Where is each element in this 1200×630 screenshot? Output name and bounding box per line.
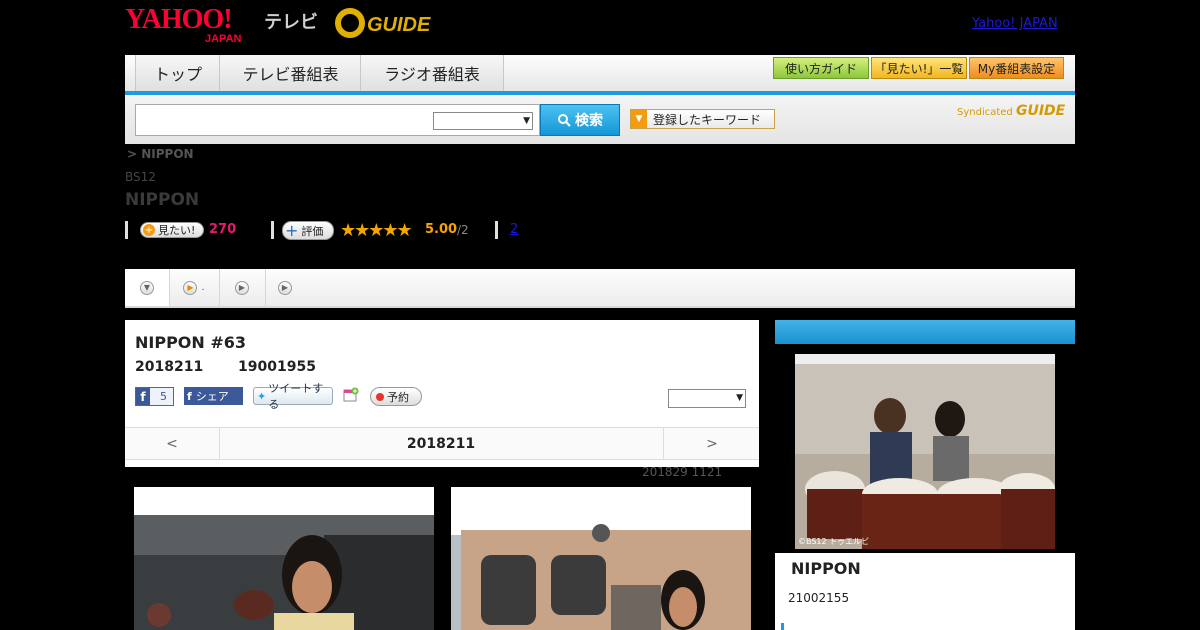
mitai-button[interactable]: + 見たい! — [140, 222, 204, 238]
episode-select[interactable]: ▼ — [668, 389, 746, 408]
next-date-button[interactable]: > — [663, 428, 760, 459]
chevron-down-icon: ▼ — [736, 393, 743, 403]
facebook-count-value: 5 — [160, 390, 167, 403]
syndicated-label: Syndicated — [957, 107, 1013, 118]
episode-photo-1 — [134, 515, 434, 630]
photo-credit: ©BS12 トゥエルビ — [798, 537, 870, 546]
gguide-logo-text: GUIDE — [367, 14, 431, 36]
search-button-label: 検索 — [575, 113, 603, 129]
guide-button[interactable]: 使い方ガイド — [773, 57, 869, 79]
breadcrumb[interactable]: > NIPPON — [127, 147, 194, 161]
rate-button[interactable]: + 評価 — [282, 221, 334, 240]
divider — [781, 623, 784, 630]
search-category-select[interactable]: ▼ — [433, 112, 533, 130]
plus-icon: + — [143, 224, 155, 236]
episode-photo-2 — [451, 515, 751, 630]
tab-episode-play[interactable]: ▶ . — [169, 269, 220, 306]
sidebar-photo[interactable]: ©BS12 トゥエルビ — [795, 354, 1055, 549]
prev-date-button[interactable]: < — [125, 428, 220, 459]
syndicated-gguide-text: GUIDE — [1015, 103, 1066, 119]
chevron-down-icon: ▼ — [523, 116, 530, 126]
search-button[interactable]: 検索 — [540, 104, 620, 136]
search-icon — [558, 114, 571, 127]
rating-count: /2 — [457, 223, 469, 237]
twitter-bird-icon: ✦ — [257, 389, 267, 403]
updated-timestamp: 201829 1121 — [642, 465, 723, 479]
plus-icon: + — [285, 221, 299, 240]
facebook-share-button[interactable]: f シェア — [184, 387, 243, 405]
yahoo-japan-link[interactable]: Yahoo! JAPAN — [972, 16, 1058, 31]
rating-value: 5.00 — [425, 222, 458, 237]
episode-tab-strip: ▼ ▶ . ▶ ▶ — [125, 269, 1075, 308]
sidebar-info: NIPPON 21002155 — [775, 553, 1075, 630]
mitai-list-button[interactable]: 「見たい!」一覧 — [871, 57, 967, 79]
tweet-label: ツイートする — [268, 382, 324, 411]
photo-card-1[interactable] — [134, 487, 434, 630]
station-name: BS12 — [125, 170, 156, 184]
registered-keywords-button[interactable]: ▼ 登録したキーワード — [630, 109, 775, 129]
tab-episode-next[interactable]: ▶ — [219, 269, 266, 306]
sidebar-photo-frame: ©BS12 トゥエルビ — [775, 344, 1075, 553]
rating-stars: ★★★★★ — [340, 220, 413, 241]
facebook-icon: f — [136, 388, 150, 405]
photo-card-2[interactable] — [451, 487, 751, 630]
mitai-label: 見たい! — [158, 224, 196, 237]
tab-episode-info[interactable]: ▼ — [125, 269, 170, 306]
arrow-down-icon: ▼ — [631, 110, 647, 128]
divider — [495, 221, 498, 239]
play-circle-icon: ▶ — [183, 280, 198, 295]
gguide-g-icon — [335, 8, 365, 38]
chevron-down-circle-icon: ▼ — [140, 280, 154, 295]
reserve-label: 予約 — [387, 390, 409, 404]
divider — [125, 221, 128, 239]
tweet-button[interactable]: ✦ ツイートする — [253, 382, 333, 411]
record-icon — [376, 392, 384, 401]
play-circle-icon: ▶ — [278, 280, 292, 295]
sidebar-program-time: 21002155 — [788, 591, 850, 605]
episode-date: 2018211 — [135, 359, 204, 375]
tab-top[interactable]: トップ — [135, 55, 221, 91]
episode-panel: NIPPON #63 2018211 19001955 f 5 f シェア ✦ … — [125, 320, 759, 467]
main-nav: トップ テレビ番組表 ラジオ番組表 使い方ガイド 「見たい!」一覧 My番組表設… — [125, 55, 1075, 95]
my-schedule-button[interactable]: My番組表設定 — [969, 57, 1064, 79]
facebook-count[interactable]: f 5 — [135, 387, 174, 406]
episode-title: NIPPON #63 — [135, 333, 247, 352]
program-title: NIPPON — [125, 190, 200, 210]
tv-label: テレビ — [264, 12, 318, 33]
registered-keywords-label: 登録したキーワード — [653, 112, 762, 127]
facebook-icon: f — [187, 389, 192, 403]
tab-separator: . — [201, 282, 205, 293]
mitai-count: 270 — [209, 222, 237, 237]
review-link[interactable]: 2 — [510, 222, 518, 237]
yahoo-logo-text: YAHOO! — [125, 4, 233, 35]
sidebar-program-title[interactable]: NIPPON — [791, 559, 861, 578]
rate-label: 評価 — [301, 224, 324, 238]
tab-tv-schedule[interactable]: テレビ番組表 — [219, 55, 362, 91]
play-circle-icon: ▶ — [235, 280, 249, 295]
tab-radio-schedule[interactable]: ラジオ番組表 — [360, 55, 504, 91]
facebook-share-label: シェア — [195, 390, 229, 403]
divider — [271, 221, 274, 239]
search-bar: ▼ 検索 ▼ 登録したキーワード Syndicated GUIDE — [125, 95, 1075, 144]
calendar-add-icon[interactable] — [343, 387, 359, 403]
sidebar-header — [775, 320, 1075, 344]
reserve-button[interactable]: 予約 — [370, 387, 422, 406]
current-date: 2018211 — [406, 435, 476, 452]
episode-time: 19001955 — [238, 359, 316, 375]
yahoo-japan-logo[interactable]: YAHOO! JAPAN — [125, 4, 260, 45]
syndicated-gguide-logo: Syndicated GUIDE — [957, 103, 1065, 119]
tab-episode-more[interactable]: ▶ — [265, 269, 305, 306]
yahoo-logo-sub: JAPAN — [205, 33, 242, 45]
gguide-logo[interactable]: GUIDE — [335, 6, 435, 42]
episode-date-nav: < 2018211 > — [125, 427, 759, 460]
